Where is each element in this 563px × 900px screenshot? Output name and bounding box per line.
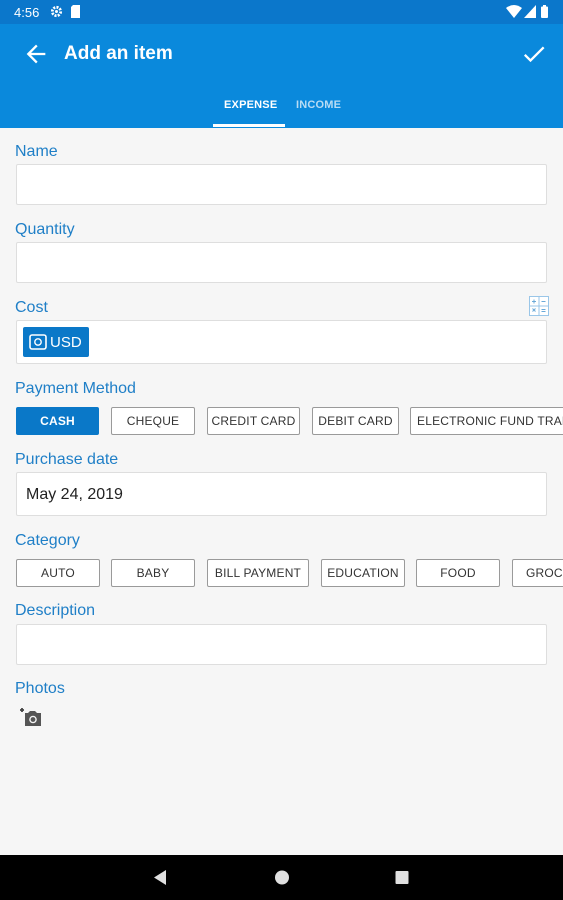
app-bar: Add an item EXPENSE INCOME	[0, 24, 563, 128]
description-label: Description	[15, 602, 96, 619]
payment-chip-debit-card[interactable]: DEBIT CARD	[312, 407, 399, 435]
category-chip-education[interactable]: EDUCATION	[321, 559, 405, 587]
tab-expense[interactable]: EXPENSE	[224, 99, 277, 111]
save-check-icon[interactable]	[520, 40, 548, 68]
battery-icon	[541, 5, 548, 18]
page-title: Add an item	[64, 43, 173, 64]
back-arrow-icon[interactable]	[22, 40, 50, 68]
cell-signal-icon	[524, 5, 536, 18]
payment-chip-electronic-fund-transfer[interactable]: ELECTRONIC FUND TRAN	[410, 407, 563, 435]
purchase-date-label: Purchase date	[15, 451, 119, 468]
category-chip-groceries[interactable]: GROCE	[512, 559, 563, 587]
category-chip-auto[interactable]: AUTO	[16, 559, 100, 587]
tab-income[interactable]: INCOME	[296, 99, 341, 111]
category-chip-bill-payment[interactable]: BILL PAYMENT	[207, 559, 309, 587]
photos-label: Photos	[15, 680, 65, 697]
payment-method-label: Payment Method	[15, 380, 136, 397]
quantity-field[interactable]	[16, 242, 547, 283]
category-chip-baby[interactable]: BABY	[111, 559, 195, 587]
status-time: 4:56	[14, 5, 40, 20]
settings-gear-icon	[50, 5, 63, 18]
cash-icon	[29, 334, 47, 350]
name-field[interactable]	[16, 164, 547, 205]
nav-home-icon[interactable]	[274, 869, 290, 886]
quantity-label: Quantity	[15, 221, 75, 238]
sd-card-icon	[71, 5, 80, 18]
calculator-icon[interactable]	[529, 296, 549, 316]
description-field[interactable]	[16, 624, 547, 665]
add-photo-camera-icon[interactable]	[19, 706, 43, 728]
payment-chip-cheque[interactable]: CHEQUE	[111, 407, 195, 435]
payment-method-chips: CASH CHEQUE CREDIT CARD DEBIT CARD ELECT…	[0, 407, 563, 437]
nav-recents-icon[interactable]	[394, 869, 410, 886]
purchase-date-value: May 24, 2019	[26, 486, 123, 503]
nav-back-icon[interactable]	[152, 869, 168, 886]
tab-indicator	[213, 124, 285, 127]
payment-chip-cash[interactable]: CASH	[16, 407, 99, 435]
category-label: Category	[15, 532, 80, 549]
cost-label: Cost	[15, 299, 48, 316]
currency-code: USD	[50, 334, 82, 351]
purchase-date-field[interactable]: May 24, 2019	[16, 472, 547, 516]
system-navigation-bar	[0, 855, 563, 900]
cost-field[interactable]: USD	[16, 320, 547, 364]
payment-chip-credit-card[interactable]: CREDIT CARD	[207, 407, 300, 435]
wifi-icon	[506, 5, 522, 18]
name-label: Name	[15, 143, 58, 160]
category-chip-food[interactable]: FOOD	[416, 559, 500, 587]
category-chips: AUTO BABY BILL PAYMENT EDUCATION FOOD GR…	[0, 559, 563, 589]
status-bar: 4:56	[0, 0, 563, 24]
currency-button[interactable]: USD	[23, 327, 89, 357]
